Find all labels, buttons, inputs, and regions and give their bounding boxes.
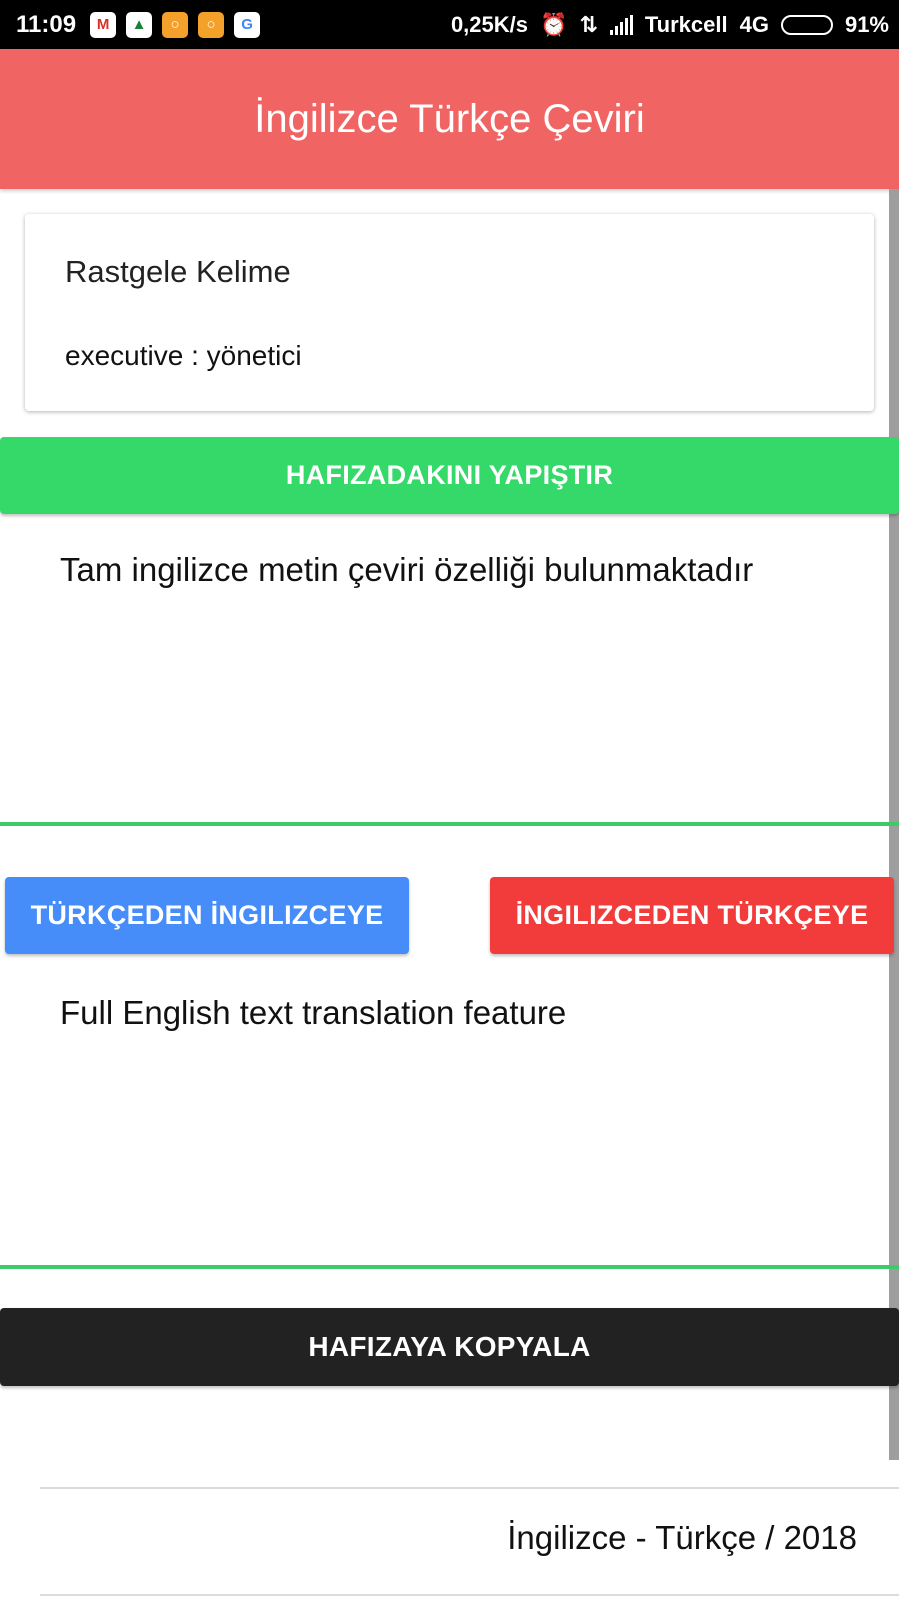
footer-text: İngilizce - Türkçe / 2018 [507,1519,857,1556]
status-time: 11:09 [16,10,77,38]
turkish-to-english-button[interactable]: TÜRKÇEDEN İNGILIZCEYE [5,877,409,954]
random-word: executive : yönetici [65,340,302,371]
battery-icon [780,14,833,35]
data-transfer-icon: ⇅ [579,11,598,37]
footer-divider-bottom [40,1594,899,1596]
status-right: 0,25K/s ⏰ ⇅ Turkcell 4G 91% [451,12,889,38]
drive-icon: ▲ [126,11,153,38]
notification-icons: M ▲ ○ ○ G [90,11,261,38]
alarm-icon: ⏰ [540,11,568,37]
signal-icon [609,14,633,35]
copy-button[interactable]: HAFIZAYA KOPYALA [0,1308,899,1386]
output-underline [0,1265,899,1269]
status-bar: 11:09 M ▲ ○ ○ G 0,25K/s ⏰ ⇅ Turkcell 4G … [0,0,899,49]
orange-app-icon: ○ [162,11,189,38]
random-word-card: Rastgele Kelime executive : yönetici [25,214,874,411]
app-bar: İngilizce Türkçe Çeviri [0,49,899,189]
battery-percent: 91% [844,11,889,37]
card-title: Rastgele Kelime [65,254,291,289]
english-to-turkish-button[interactable]: İNGILIZCEDEN TÜRKÇEYE [490,877,894,954]
input-underline [0,822,899,826]
network-type: 4G [739,11,769,37]
paste-button[interactable]: HAFIZADAKINI YAPIŞTIR [0,437,899,514]
carrier-name: Turkcell [644,11,728,37]
app-title: İngilizce Türkçe Çeviri [254,96,645,141]
footer-divider-top [40,1487,899,1489]
orange-app-icon: ○ [198,11,225,38]
output-text-area[interactable]: Full English text translation feature [60,994,566,1032]
google-icon: G [234,11,261,38]
network-speed: 0,25K/s [450,11,528,37]
gmail-icon: M [90,11,117,38]
input-text-area[interactable]: Tam ingilizce metin çeviri özelliği bulu… [60,551,753,589]
